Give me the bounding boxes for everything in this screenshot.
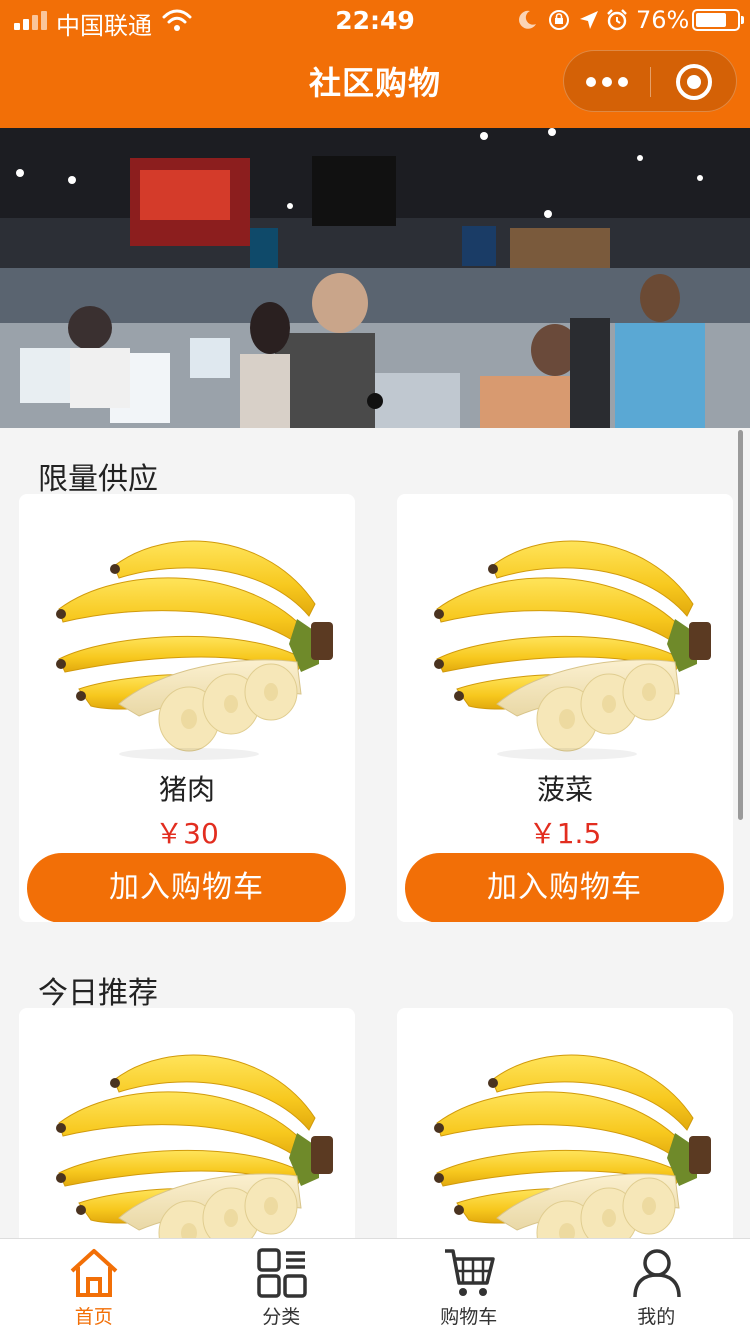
product-price: ￥30: [155, 817, 219, 850]
tab-category[interactable]: 分类: [188, 1239, 376, 1334]
location-icon: [580, 11, 598, 29]
product-card[interactable]: [19, 1008, 355, 1248]
product-name: 菠菜: [536, 773, 593, 806]
app-header: 中国联通 22:49 76% 社区购物: [0, 0, 750, 128]
close-mini-program-icon[interactable]: [676, 64, 712, 100]
battery-percent: 76%: [636, 6, 690, 34]
category-icon: [256, 1248, 307, 1298]
banner-image: [0, 128, 750, 428]
scrollbar[interactable]: [738, 430, 743, 820]
home-icon: [70, 1249, 118, 1297]
add-to-cart-button[interactable]: 加入购物车: [27, 853, 346, 922]
product-image: [397, 1008, 733, 1248]
tab-label: 我的: [637, 1306, 676, 1328]
tab-profile[interactable]: 我的: [563, 1239, 750, 1334]
product-image: [19, 1008, 355, 1248]
product-card[interactable]: 猪肉 ￥30 加入购物车: [19, 494, 355, 922]
section-title-limited: 限量供应: [38, 462, 158, 497]
cart-icon: [445, 1249, 495, 1296]
tab-bar: 首页 分类 购物车 我的: [0, 1238, 750, 1334]
carousel-indicator-dot[interactable]: [367, 393, 383, 409]
more-icon[interactable]: [586, 73, 630, 91]
mini-program-capsule: [563, 50, 737, 112]
product-name: 猪肉: [158, 773, 215, 806]
status-icons: [516, 8, 627, 32]
add-to-cart-button[interactable]: 加入购物车: [405, 853, 724, 922]
tab-label: 分类: [262, 1306, 301, 1328]
user-icon: [632, 1249, 681, 1298]
rotation-lock-icon: [549, 10, 569, 30]
banner-carousel[interactable]: [0, 128, 750, 428]
battery-icon: [692, 9, 744, 31]
tab-cart[interactable]: 购物车: [375, 1239, 563, 1334]
product-image: [397, 494, 733, 764]
alarm-icon: [607, 9, 627, 31]
tab-label: 首页: [74, 1306, 113, 1328]
product-image: [19, 494, 355, 764]
capsule-divider: [650, 67, 651, 97]
moon-icon: [519, 10, 536, 29]
product-card[interactable]: 菠菜 ￥1.5 加入购物车: [397, 494, 733, 922]
product-price: ￥1.5: [528, 817, 602, 850]
section-title-recommended: 今日推荐: [38, 976, 158, 1011]
status-bar: 中国联通 22:49 76%: [0, 0, 750, 42]
tab-home[interactable]: 首页: [0, 1239, 188, 1334]
product-card[interactable]: [397, 1008, 733, 1248]
tab-label: 购物车: [440, 1306, 498, 1328]
